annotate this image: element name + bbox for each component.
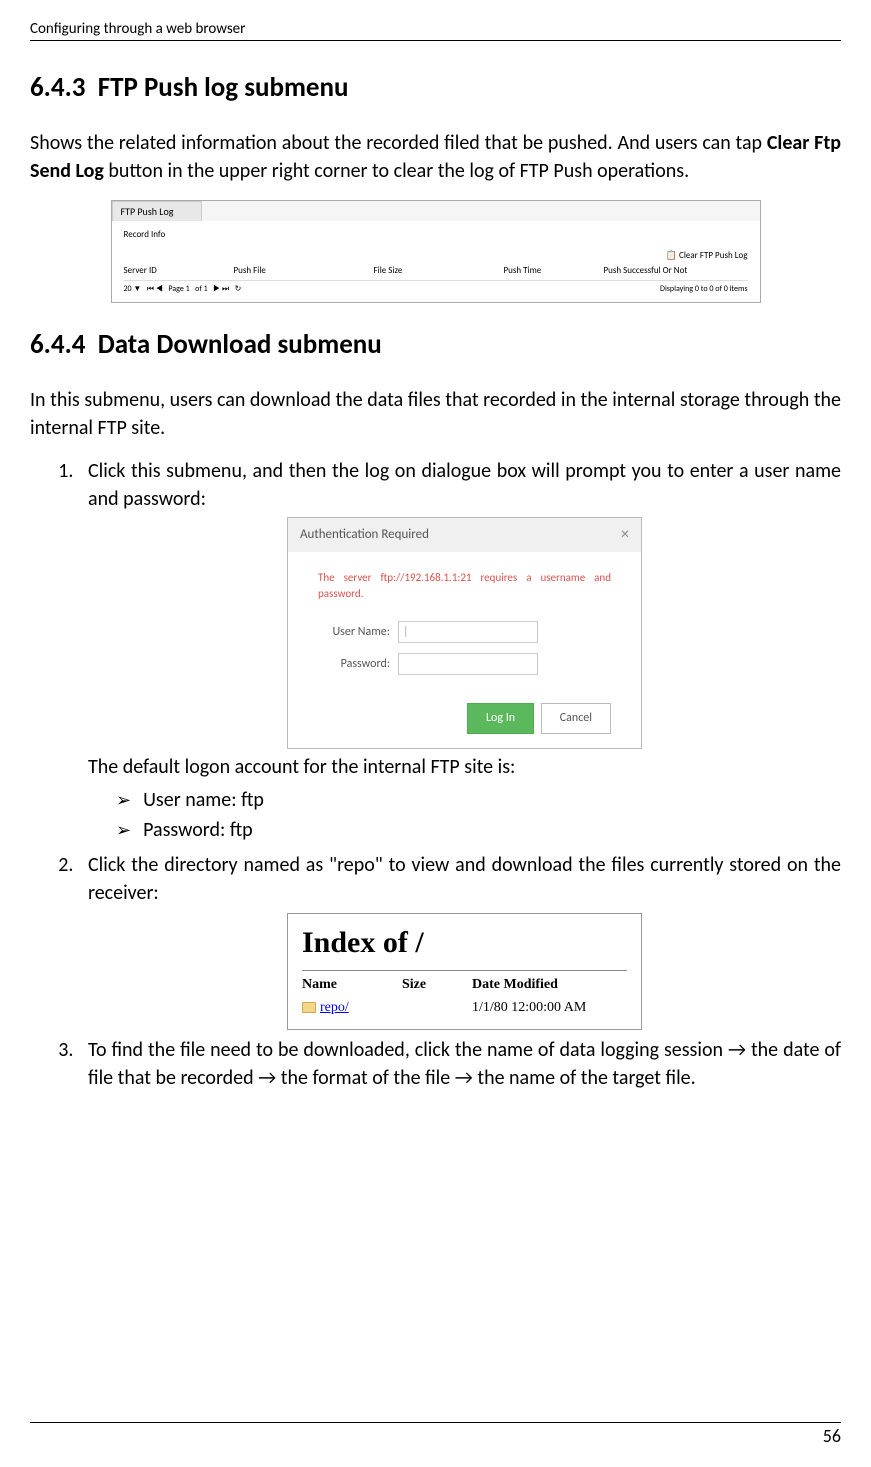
repo-date: 1/1/80 12:00:00 AM [472, 998, 627, 1018]
username-input: | [398, 621, 538, 643]
close-icon: × [621, 524, 629, 546]
col-push-file: Push File [234, 265, 374, 276]
password-label: Password: [318, 656, 398, 673]
index-title: Index of / [302, 922, 627, 964]
index-col-name: Name [302, 975, 402, 995]
index-col-date: Date Modified [472, 975, 627, 995]
bullet-username: User name: ftp [88, 785, 841, 815]
bullet-password: Password: ftp [88, 815, 841, 845]
col-file-size: File Size [374, 265, 504, 276]
section-title: Data Download submenu [98, 328, 382, 361]
page-number: 56 [30, 1422, 841, 1447]
list-item-3: To find the file need to be downloaded, … [78, 1036, 841, 1092]
section-number: 6.4.4 [30, 328, 85, 361]
record-info-label: Record Info [124, 229, 748, 240]
login-button: Log In [467, 703, 534, 734]
cancel-button: Cancel [541, 703, 611, 734]
ftp-push-log-screenshot: FTP Push Log Record Info 📋 Clear FTP Pus… [111, 200, 761, 303]
repo-link: repo/ [320, 1000, 349, 1015]
username-label: User Name: [318, 624, 398, 641]
ordered-list: Click this submenu, and then the log on … [78, 457, 841, 1092]
col-server-id: Server ID [124, 265, 234, 276]
index-screenshot: Index of / Name Size Date Modified repo/… [287, 913, 642, 1030]
section2-intro: In this submenu, users can download the … [30, 386, 841, 442]
dialog-message: The server ftp://192.168.1.1:21 requires… [318, 570, 611, 601]
password-input [398, 653, 538, 675]
index-col-size: Size [402, 975, 472, 995]
auth-dialog-screenshot: Authentication Required × The server ftp… [287, 517, 642, 749]
list-item-1: Click this submenu, and then the log on … [78, 457, 841, 845]
page-header: Configuring through a web browser [30, 20, 841, 41]
ftp-tab: FTP Push Log [112, 201, 202, 221]
section-title: FTP Push log submenu [98, 71, 349, 104]
list-item-2: Click the directory named as "repo" to v… [78, 851, 841, 1030]
section1-paragraph: Shows the related information about the … [30, 129, 841, 185]
section-heading-644: 6.4.4 Data Download submenu [30, 328, 841, 361]
pager-display: Displaying 0 to 0 of 0 items [660, 284, 747, 294]
clear-ftp-button: Clear FTP Push Log [679, 250, 747, 261]
section-heading-643: 6.4.3 FTP Push log submenu [30, 71, 841, 104]
folder-icon [302, 1002, 316, 1013]
col-push-success: Push Successful Or Not [604, 265, 748, 276]
after-dialog-text: The default logon account for the intern… [88, 753, 841, 781]
col-push-time: Push Time [504, 265, 604, 276]
pager: 20 ▼ ⏮ ◀ Page 1 of 1 ▶ ⏭ ↻ [124, 284, 242, 294]
section-number: 6.4.3 [30, 71, 85, 104]
dialog-title: Authentication Required [300, 526, 429, 544]
